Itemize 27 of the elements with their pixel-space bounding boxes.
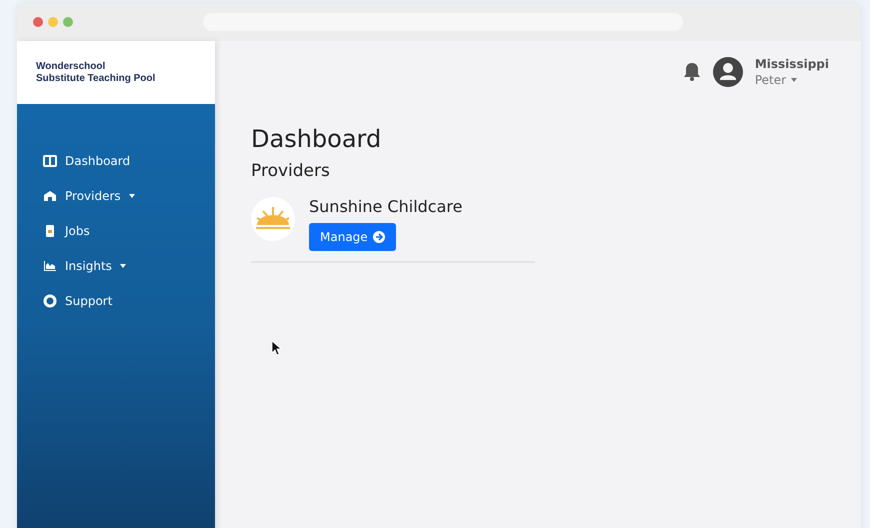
avatar-icon[interactable] <box>712 57 743 87</box>
sidebar-item[interactable]: Insights <box>17 259 126 273</box>
minimize-dot[interactable] <box>48 17 58 27</box>
sidebar-item[interactable]: Jobs <box>17 224 90 238</box>
area-chart-icon <box>43 259 57 273</box>
brand-name: Wonderschool <box>36 60 106 72</box>
house-icon <box>43 189 57 203</box>
caret-icon <box>791 78 798 82</box>
manage-button[interactable]: Manage <box>309 223 396 251</box>
columns-icon <box>43 154 57 168</box>
clipboard-icon <box>43 224 57 238</box>
brand-subtitle: Substitute Teaching Pool <box>36 72 156 84</box>
sidebar-item[interactable]: Support <box>17 294 112 308</box>
page-title: Dashboard <box>251 125 382 153</box>
user-region: Mississippi <box>754 57 829 71</box>
bell-icon[interactable] <box>682 62 701 82</box>
sidebar-item[interactable]: Dashboard <box>17 154 130 168</box>
sidebar-item[interactable]: Providers <box>17 189 135 203</box>
arrow-circle-icon <box>372 231 385 243</box>
section-title: Providers <box>251 161 331 181</box>
close-dot[interactable] <box>33 17 43 27</box>
cursor-icon <box>272 341 282 356</box>
provider-name: Sunshine Childcare <box>309 197 462 216</box>
user-menu[interactable]: Peter <box>754 73 829 87</box>
sun-logo-icon <box>251 197 295 241</box>
lifebuoy-icon <box>43 294 57 308</box>
maximize-dot[interactable] <box>63 17 73 27</box>
